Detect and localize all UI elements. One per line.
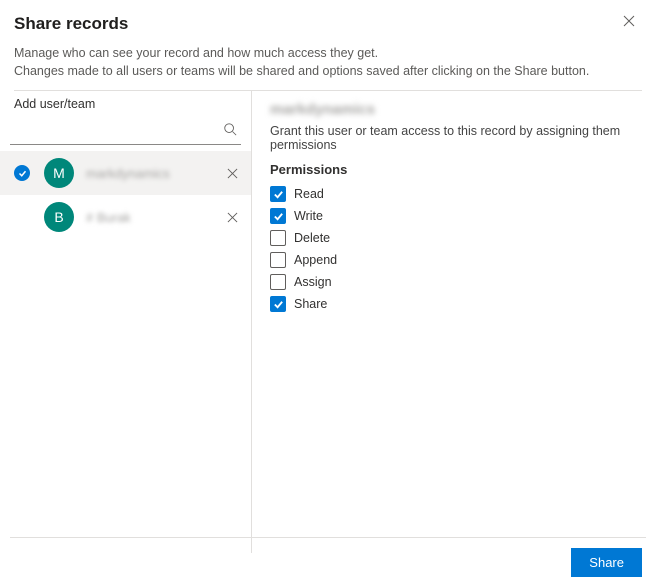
- permission-label: Delete: [294, 231, 330, 245]
- grant-description: Grant this user or team access to this r…: [270, 124, 638, 152]
- dialog-title: Share records: [14, 14, 640, 34]
- dialog-footer: Share: [10, 537, 646, 587]
- user-row[interactable]: B # Burak: [0, 195, 251, 239]
- permission-label: Write: [294, 209, 323, 223]
- checkbox[interactable]: [270, 230, 286, 246]
- user-row[interactable]: M markdynamics: [0, 151, 251, 195]
- checkbox[interactable]: [270, 186, 286, 202]
- permission-label: Share: [294, 297, 327, 311]
- desc-line-2: Changes made to all users or teams will …: [14, 62, 642, 80]
- checkbox[interactable]: [270, 296, 286, 312]
- avatar: M: [44, 158, 74, 188]
- close-icon: [623, 15, 635, 27]
- selected-check-icon: [14, 165, 30, 181]
- close-icon: [227, 168, 238, 179]
- checkbox[interactable]: [270, 274, 286, 290]
- checkbox[interactable]: [270, 252, 286, 268]
- permission-label: Read: [294, 187, 324, 201]
- search-icon[interactable]: [219, 122, 241, 139]
- close-button[interactable]: [620, 12, 638, 30]
- permission-read[interactable]: Read: [270, 183, 638, 205]
- close-icon: [227, 212, 238, 223]
- permissions-heading: Permissions: [270, 162, 638, 177]
- right-pane: markdynamics Grant this user or team acc…: [252, 91, 656, 553]
- user-name: # Burak: [86, 210, 223, 225]
- checkbox[interactable]: [270, 208, 286, 224]
- remove-user-button[interactable]: [223, 208, 241, 226]
- permission-append[interactable]: Append: [270, 249, 638, 271]
- dialog-description: Manage who can see your record and how m…: [0, 44, 656, 90]
- content-area: Add user/team M markdynamics B #: [0, 91, 656, 553]
- share-button[interactable]: Share: [571, 548, 642, 577]
- permission-assign[interactable]: Assign: [270, 271, 638, 293]
- permission-write[interactable]: Write: [270, 205, 638, 227]
- selected-user-title: markdynamics: [270, 101, 638, 118]
- left-pane: Add user/team M markdynamics B #: [0, 91, 252, 553]
- avatar: B: [44, 202, 74, 232]
- permission-delete[interactable]: Delete: [270, 227, 638, 249]
- permission-label: Append: [294, 253, 337, 267]
- user-name: markdynamics: [86, 166, 223, 181]
- search-input[interactable]: [10, 121, 219, 140]
- permission-label: Assign: [294, 275, 332, 289]
- user-list: M markdynamics B # Burak: [0, 151, 251, 239]
- add-user-label: Add user/team: [10, 91, 241, 117]
- dialog-header: Share records: [0, 0, 656, 44]
- search-row: [10, 117, 241, 145]
- remove-user-button[interactable]: [223, 164, 241, 182]
- permission-share[interactable]: Share: [270, 293, 638, 315]
- desc-line-1: Manage who can see your record and how m…: [14, 44, 642, 62]
